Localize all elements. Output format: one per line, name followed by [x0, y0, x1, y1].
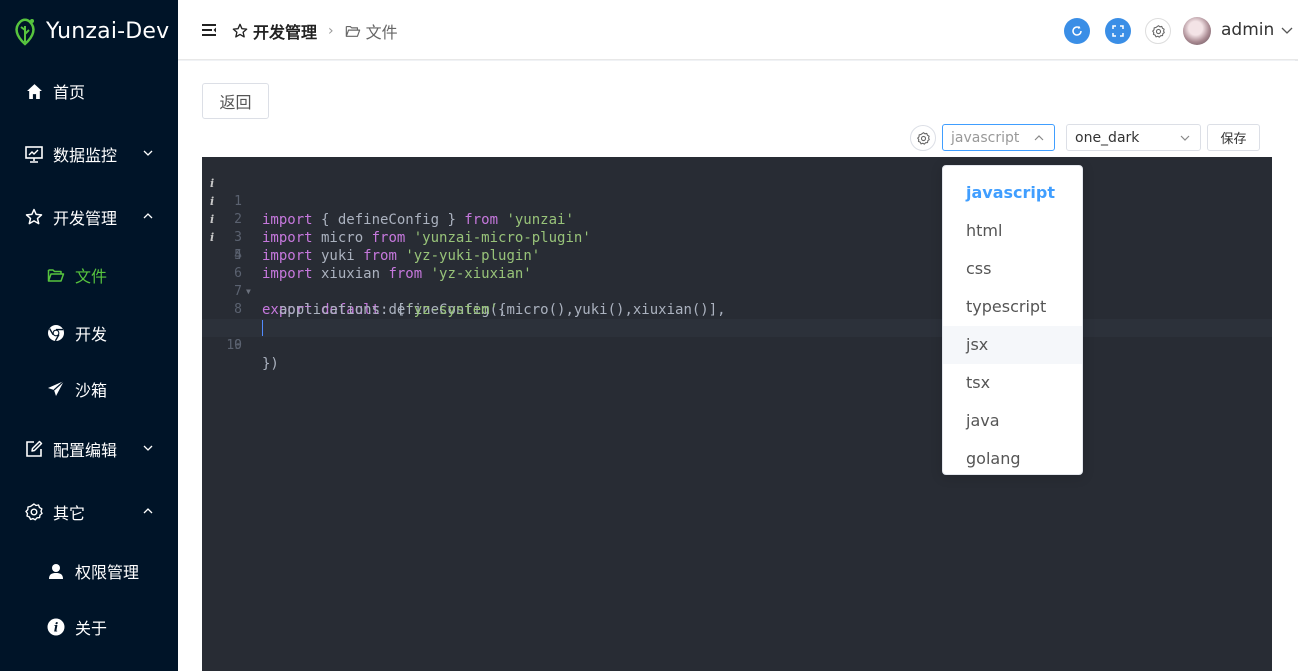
star-icon	[232, 23, 248, 38]
sidebar-item-others[interactable]: 其它	[0, 492, 178, 532]
sidebar-item-label: 配置编辑	[53, 441, 118, 460]
sidebar-item-dev[interactable]: 开发	[0, 313, 178, 353]
avatar[interactable]	[1183, 17, 1211, 45]
code-line: 7 applications: ['yz-system',micro(),yuk…	[202, 265, 1272, 318]
breadcrumb-parent[interactable]: 开发管理	[253, 19, 317, 43]
gear-icon	[916, 131, 930, 145]
home-icon	[25, 82, 43, 100]
code-line: i 2 import micro from 'yunzai-micro-plug…	[202, 175, 1272, 246]
language-select-value: javascript	[951, 129, 1020, 146]
sidebar-item-label: 文件	[75, 267, 108, 286]
sidebar: Yunzai-Dev 首页 数据监控 开发管理 文件 开发 沙箱 配置编辑 其它…	[0, 0, 178, 671]
chevron-down-icon[interactable]	[1281, 24, 1293, 36]
sidebar-item-label: 开发管理	[53, 209, 118, 228]
code-line: 5	[202, 229, 1272, 263]
code-line: i 4 import xiuxian from 'yz-xiuxian'	[202, 211, 1272, 282]
code-text: })	[262, 356, 279, 372]
folder-icon	[345, 25, 360, 37]
editor-settings-button[interactable]	[910, 125, 936, 151]
language-select[interactable]: javascript	[942, 124, 1055, 151]
theme-select[interactable]: one_dark	[1066, 124, 1201, 151]
dropdown-option[interactable]: java	[943, 402, 1082, 440]
dropdown-option[interactable]: golang	[943, 440, 1082, 474]
dropdown-option[interactable]: tsx	[943, 364, 1082, 402]
sidebar-item-label: 开发	[75, 325, 108, 344]
sidebar-item-dev-manage[interactable]: 开发管理	[0, 197, 178, 237]
sidebar-item-config-edit[interactable]: 配置编辑	[0, 429, 178, 469]
chrome-icon	[47, 324, 65, 342]
username[interactable]: admin	[1221, 20, 1274, 40]
settings-button[interactable]	[1145, 18, 1171, 44]
sidebar-item-label: 数据监控	[53, 146, 118, 165]
dropdown-option[interactable]: css	[943, 250, 1082, 288]
monitor-icon	[25, 145, 43, 163]
breadcrumb: 开发管理 › 文件	[232, 19, 398, 43]
dropdown-option[interactable]: typescript	[943, 288, 1082, 326]
dropdown-option[interactable]: javascript	[943, 174, 1082, 212]
code-line: 8 middlewares: ['yunzai-mys/runtime', 'y…	[202, 283, 1272, 336]
chevron-down-icon	[143, 445, 153, 451]
sidebar-item-sandbox[interactable]: 沙箱	[0, 369, 178, 409]
svg-text:i: i	[54, 621, 59, 635]
fullscreen-icon	[1112, 25, 1124, 37]
chevron-up-icon	[1034, 135, 1044, 141]
info-icon: i	[47, 618, 65, 636]
sidebar-item-label: 首页	[53, 83, 86, 102]
theme-select-value: one_dark	[1075, 129, 1140, 146]
sidebar-item-files[interactable]: 文件	[0, 255, 178, 295]
language-dropdown: javascript html css typescript jsx tsx j…	[942, 165, 1083, 475]
code-editor[interactable]: i 1 import { defineConfig } from 'yunzai…	[202, 157, 1272, 671]
code-line-current: 10	[202, 319, 1272, 353]
breadcrumb-current: 文件	[365, 23, 398, 42]
chevron-down-icon	[143, 150, 153, 156]
save-button[interactable]: 保存	[1207, 124, 1260, 151]
brand[interactable]: Yunzai-Dev	[0, 0, 178, 62]
back-button[interactable]: 返回	[202, 83, 269, 119]
star-icon	[25, 208, 43, 226]
sidebar-item-label: 权限管理	[75, 563, 140, 582]
sidebar-item-about[interactable]: i 关于	[0, 607, 178, 647]
code-line: i 3 import yuki from 'yz-yuki-plugin'	[202, 193, 1272, 264]
line-number: 10	[226, 338, 242, 353]
dropdown-option[interactable]: html	[943, 212, 1082, 250]
top-header: 开发管理 › 文件 admin	[178, 0, 1298, 60]
gear-icon	[1151, 24, 1165, 38]
user-icon	[47, 562, 65, 580]
code-line: i 9 })	[202, 301, 1272, 372]
sidebar-item-permissions[interactable]: 权限管理	[0, 551, 178, 591]
chevron-up-icon	[143, 508, 153, 514]
send-icon	[47, 380, 65, 398]
settings-icon	[25, 503, 43, 521]
dropdown-option[interactable]: jsx	[943, 326, 1082, 364]
fullscreen-button[interactable]	[1105, 18, 1131, 44]
breadcrumb-separator-icon: ›	[328, 23, 334, 39]
sidebar-item-label: 沙箱	[75, 381, 108, 400]
folder-icon	[47, 266, 65, 284]
chevron-down-icon	[1180, 135, 1190, 141]
logo-icon	[15, 18, 35, 46]
sidebar-item-home[interactable]: 首页	[0, 71, 178, 111]
main-content: 返回 javascript one_dark 保存 i 1 import { d…	[178, 61, 1298, 671]
sidebar-item-label: 其它	[53, 504, 86, 523]
menu-toggle-icon[interactable]	[202, 23, 216, 37]
code-line: i 1 import { defineConfig } from 'yunzai…	[202, 157, 1272, 228]
chevron-up-icon	[143, 213, 153, 219]
refresh-button[interactable]	[1064, 18, 1090, 44]
sidebar-item-label: 关于	[75, 619, 108, 638]
refresh-icon	[1072, 25, 1082, 36]
edit-icon	[25, 440, 43, 458]
text-cursor	[262, 320, 263, 336]
code-line: 6 ▼ export default defineConfig({	[202, 247, 1272, 318]
sidebar-item-monitor[interactable]: 数据监控	[0, 134, 178, 174]
brand-name: Yunzai-Dev	[46, 18, 170, 44]
